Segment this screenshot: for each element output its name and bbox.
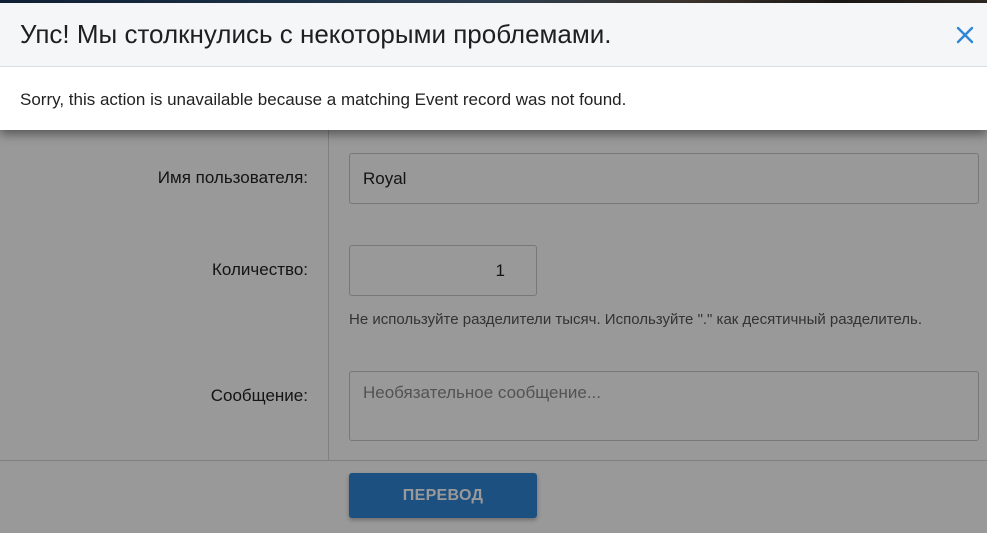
dialog-header: Упс! Мы столкнулись с некоторыми проблем… xyxy=(0,3,987,67)
close-icon xyxy=(956,26,974,44)
close-button[interactable] xyxy=(951,21,979,49)
error-dialog: Упс! Мы столкнулись с некоторыми проблем… xyxy=(0,3,987,130)
dialog-title: Упс! Мы столкнулись с некоторыми проблем… xyxy=(20,19,612,49)
page: Имя пользователя: Количество: Не использ… xyxy=(0,0,987,533)
dialog-message: Sorry, this action is unavailable becaus… xyxy=(20,90,627,109)
